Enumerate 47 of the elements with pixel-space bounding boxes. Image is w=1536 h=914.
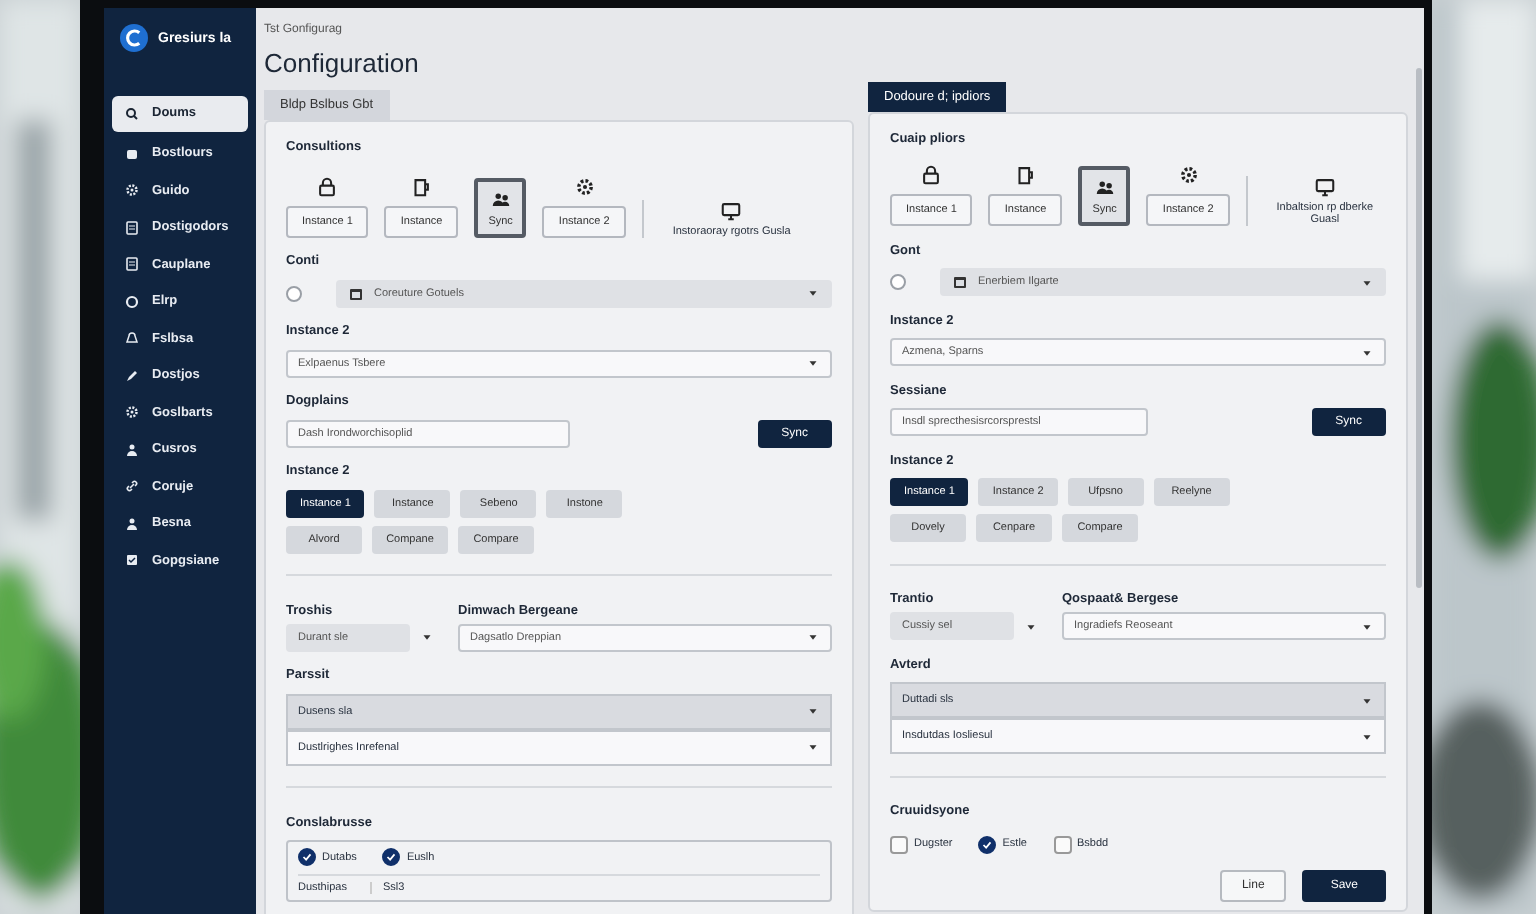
person-icon <box>124 441 140 457</box>
caret-icon <box>806 630 820 644</box>
doc-icon <box>124 219 140 235</box>
caret-icon <box>1360 275 1374 289</box>
pen-icon <box>124 367 140 383</box>
mug-icon <box>1014 164 1037 186</box>
radio-button[interactable] <box>286 285 302 301</box>
checkbox[interactable] <box>1053 835 1071 853</box>
tick-icon <box>384 850 399 864</box>
page-title: Configuration <box>264 48 421 78</box>
tick-icon <box>980 837 995 851</box>
logo-icon <box>120 24 148 52</box>
scrollbar[interactable] <box>1416 68 1422 588</box>
monitor-icon <box>1313 176 1336 198</box>
person-icon <box>124 515 140 531</box>
gear-icon <box>124 182 140 198</box>
caret-icon <box>806 286 820 300</box>
checkbox[interactable] <box>298 848 316 866</box>
caret-icon <box>420 630 434 644</box>
radio-button[interactable] <box>890 274 906 290</box>
mug-icon <box>410 175 433 197</box>
monitor-icon <box>720 199 743 221</box>
link-icon <box>124 478 140 494</box>
caret-icon <box>1360 619 1374 633</box>
caret-icon <box>1360 729 1374 743</box>
lock-icon <box>920 164 943 186</box>
tick-icon <box>300 850 314 864</box>
check-icon <box>124 552 140 568</box>
checkbox[interactable] <box>978 835 997 853</box>
caret-icon <box>1360 693 1374 707</box>
gear-icon <box>124 404 140 420</box>
calendar-icon <box>952 274 968 290</box>
calendar-icon <box>348 285 364 301</box>
caret-icon <box>1360 345 1374 359</box>
lock-icon <box>316 175 339 197</box>
box-icon <box>124 145 140 161</box>
caret-icon <box>806 740 820 754</box>
gear-icon <box>1177 164 1200 186</box>
caret-icon <box>1024 619 1038 633</box>
caret-icon <box>806 704 820 718</box>
people-icon <box>1093 176 1116 198</box>
checkbox[interactable] <box>382 848 401 866</box>
doc-icon <box>124 256 140 272</box>
gear-icon <box>573 175 596 197</box>
search-icon <box>124 105 140 121</box>
caret-icon <box>806 356 820 370</box>
checkbox[interactable] <box>890 835 908 853</box>
